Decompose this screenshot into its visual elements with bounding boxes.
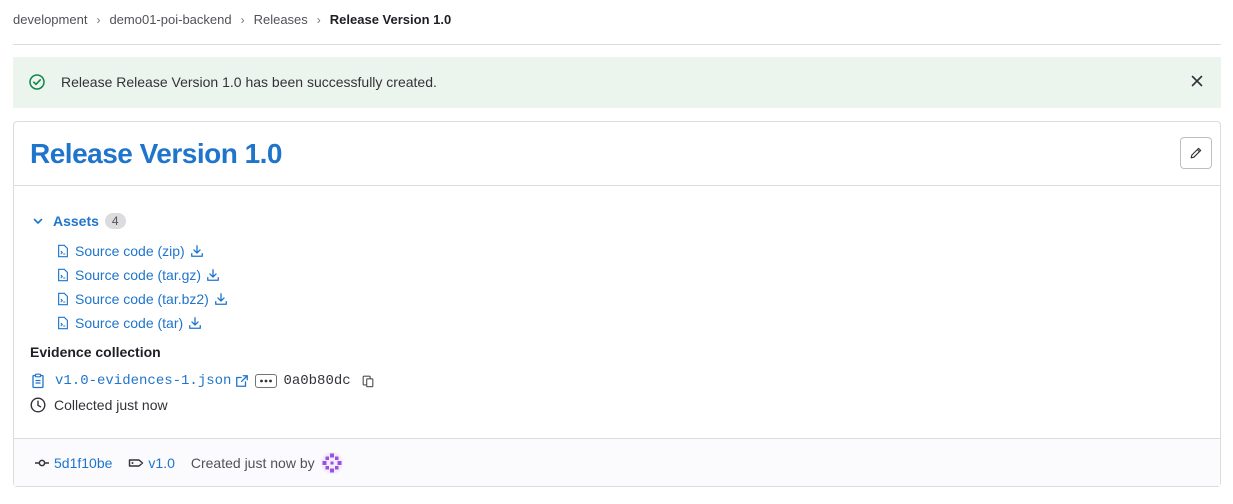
download-icon[interactable] (214, 292, 228, 306)
asset-link-tarbz2[interactable]: Source code (tar.bz2) (75, 291, 209, 307)
asset-link-zip[interactable]: Source code (zip) (75, 243, 185, 259)
clipboard-icon (32, 373, 44, 389)
collected-text: Collected just now (54, 397, 168, 413)
tag-icon (129, 458, 144, 467)
tag-link[interactable]: v1.0 (128, 455, 175, 471)
chevron-down-icon (33, 218, 43, 224)
external-link-icon[interactable] (235, 374, 249, 388)
list-item: Source code (tar.gz) (56, 263, 228, 287)
assets-label: Assets (53, 213, 99, 229)
doc-code-icon (58, 292, 68, 306)
evidence-heading: Evidence collection (30, 344, 161, 360)
evidence-file-link[interactable]: v1.0-evidences-1.json (55, 373, 231, 389)
edit-release-button[interactable] (1180, 137, 1212, 169)
pencil-icon (1190, 147, 1202, 159)
download-icon[interactable] (188, 316, 202, 330)
close-icon[interactable] (1189, 73, 1205, 89)
doc-code-icon (58, 316, 68, 330)
breadcrumb: development › demo01-poi-backend › Relea… (13, 12, 1221, 45)
asset-link-tar[interactable]: Source code (tar) (75, 315, 183, 331)
clock-icon (30, 397, 46, 413)
breadcrumb-item-project[interactable]: demo01-poi-backend (109, 12, 231, 28)
doc-code-icon (58, 244, 68, 258)
chevron-right-icon: › (96, 13, 101, 27)
assets-toggle[interactable]: Assets 4 (32, 213, 126, 229)
show-sha-button[interactable] (255, 374, 278, 388)
chevron-right-icon: › (240, 13, 245, 27)
release-card: Release Version 1.0 Assets 4 Source code… (13, 121, 1221, 487)
copy-icon[interactable] (361, 374, 375, 388)
list-item: Source code (tar) (56, 311, 228, 335)
tag-name[interactable]: v1.0 (148, 455, 174, 471)
success-alert: Release Release Version 1.0 has been suc… (13, 57, 1221, 108)
release-header: Release Version 1.0 (14, 122, 1220, 186)
release-title[interactable]: Release Version 1.0 (30, 136, 283, 172)
chevron-right-icon: › (316, 13, 321, 27)
asset-list: Source code (zip) Source code (tar.gz) S… (56, 239, 228, 335)
check-circle-icon (29, 74, 45, 90)
download-icon[interactable] (190, 244, 204, 258)
assets-count-badge: 4 (104, 213, 126, 229)
breadcrumb-item-development[interactable]: development (13, 12, 87, 28)
commit-link[interactable]: 5d1f10be (34, 455, 112, 471)
asset-link-targz[interactable]: Source code (tar.gz) (75, 267, 201, 283)
doc-code-icon (58, 268, 68, 282)
breadcrumb-item-releases[interactable]: Releases (254, 12, 308, 28)
evidence-collected: Collected just now (30, 397, 168, 413)
avatar[interactable] (320, 451, 344, 475)
evidence-sha: 0a0b80dc (283, 373, 351, 389)
breadcrumb-current[interactable]: Release Version 1.0 (330, 12, 451, 28)
evidence-row: v1.0-evidences-1.json 0a0b80dc (30, 371, 375, 391)
download-icon[interactable] (206, 268, 220, 282)
release-footer: 5d1f10be v1.0 Created just now by (14, 438, 1220, 486)
alert-message: Release Release Version 1.0 has been suc… (61, 74, 437, 90)
commit-sha[interactable]: 5d1f10be (54, 455, 112, 471)
created-text: Created just now by (190, 454, 315, 471)
list-item: Source code (tar.bz2) (56, 287, 228, 311)
ellipsis-icon (260, 379, 273, 383)
list-item: Source code (zip) (56, 239, 228, 263)
commit-icon (35, 459, 49, 466)
